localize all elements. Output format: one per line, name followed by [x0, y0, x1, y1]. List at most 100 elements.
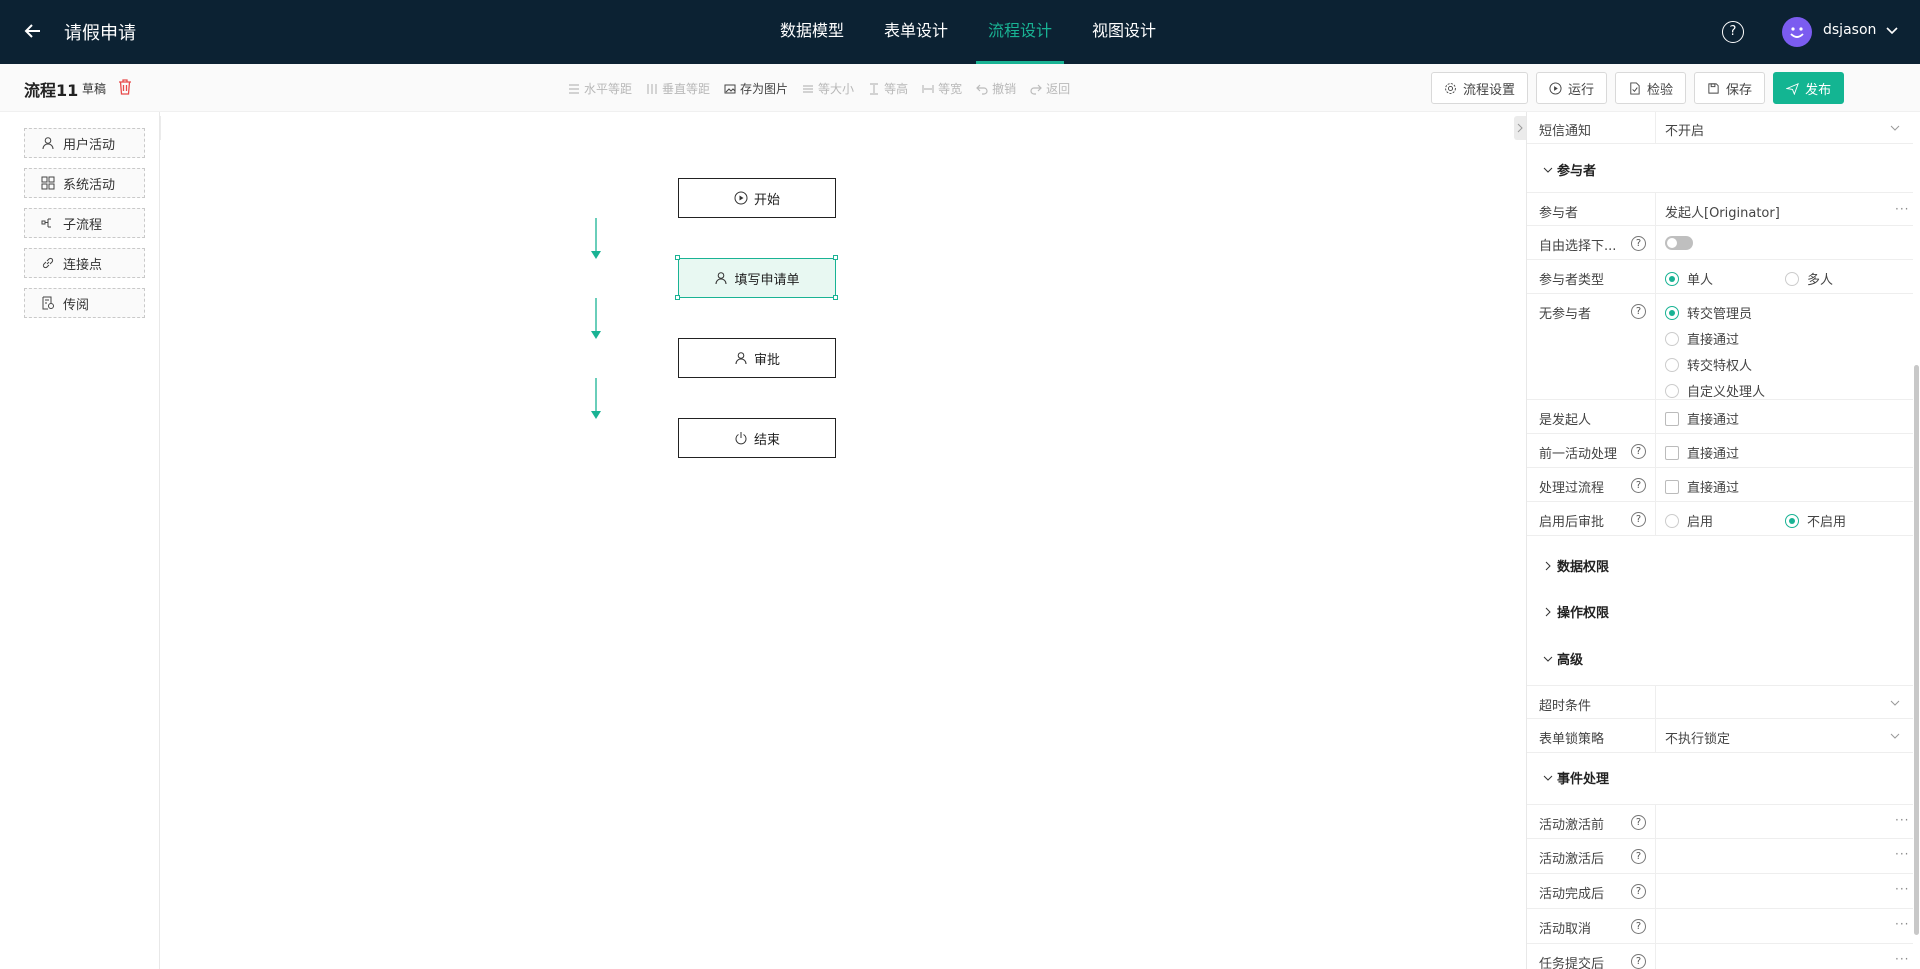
chevron-down-icon[interactable]: [1884, 22, 1900, 38]
more-icon[interactable]: ···: [1895, 847, 1909, 861]
run-button[interactable]: 运行: [1536, 72, 1608, 104]
more-icon[interactable]: ···: [1895, 952, 1909, 966]
tool-same-width[interactable]: 等宽: [922, 80, 962, 97]
flow-canvas[interactable]: 开始 填写申请单 审批 结束: [161, 112, 1526, 969]
flow-node-fill-form[interactable]: 填写申请单: [678, 258, 836, 298]
tab-view-design[interactable]: 视图设计: [1072, 0, 1176, 64]
user-icon: [42, 137, 54, 150]
palette-system-activity[interactable]: 系统活动: [24, 168, 145, 198]
divider: [1655, 805, 1656, 838]
section-event-handling[interactable]: 事件处理: [1543, 768, 1609, 787]
section-advanced[interactable]: 高级: [1543, 649, 1583, 668]
prop-label: 自由选择下...: [1539, 239, 1617, 254]
radio-dot: [1665, 305, 1679, 320]
process-settings-button[interactable]: 流程设置: [1431, 72, 1529, 104]
prop-label: 活动完成后: [1539, 887, 1605, 902]
palette-circulate[interactable]: 传阅: [24, 288, 145, 318]
prop-label: 短信通知: [1539, 124, 1592, 139]
divider: [1655, 434, 1656, 467]
radio-disable[interactable]: 不启用: [1785, 511, 1846, 530]
publish-button[interactable]: 发布: [1773, 72, 1845, 104]
prop-row-event: 活动激活后 ? ···: [1527, 839, 1913, 874]
palette-item-label: 传阅: [63, 297, 90, 313]
more-icon[interactable]: ···: [1895, 202, 1909, 216]
radio-multiple[interactable]: 多人: [1785, 269, 1833, 288]
chevron-down-icon[interactable]: [1889, 697, 1901, 709]
username[interactable]: dsjason: [1823, 22, 1876, 38]
help-icon[interactable]: ?: [1631, 478, 1646, 493]
more-icon[interactable]: ···: [1895, 882, 1909, 896]
checkbox-processed-pass[interactable]: 直接通过: [1665, 477, 1739, 496]
radio-dot: [1665, 357, 1679, 372]
help-icon[interactable]: ?: [1722, 21, 1744, 43]
radio-transfer-admin[interactable]: 转交管理员: [1665, 303, 1752, 322]
check-button[interactable]: 检验: [1615, 72, 1687, 104]
flow-node-start[interactable]: 开始: [678, 178, 836, 218]
chevron-down-icon[interactable]: [1889, 122, 1901, 134]
checkbox-prev-activity-pass[interactable]: 直接通过: [1665, 443, 1739, 462]
tool-save-image[interactable]: 存为图片: [724, 80, 788, 97]
section-operation-permissions[interactable]: 操作权限: [1543, 602, 1609, 621]
help-icon[interactable]: ?: [1631, 444, 1646, 459]
more-icon[interactable]: ···: [1895, 813, 1909, 827]
form-lock-select[interactable]: 不执行锁定: [1665, 728, 1730, 747]
radio-label: 启用: [1687, 515, 1714, 530]
tool-undo[interactable]: 撤销: [976, 80, 1016, 97]
flow-node-approve[interactable]: 审批: [678, 338, 836, 378]
tool-vertical-spacing[interactable]: 垂直等距: [646, 80, 710, 97]
resize-handle[interactable]: [675, 295, 680, 300]
tool-redo[interactable]: 返回: [1030, 80, 1070, 97]
free-select-toggle[interactable]: [1665, 236, 1693, 250]
tool-same-height[interactable]: 等高: [868, 80, 908, 97]
resize-handle[interactable]: [675, 255, 680, 260]
collapse-right-panel-button[interactable]: [1514, 116, 1526, 140]
help-icon[interactable]: ?: [1631, 919, 1646, 934]
resize-handle[interactable]: [833, 255, 838, 260]
tab-data-model[interactable]: 数据模型: [760, 0, 864, 64]
radio-pass-directly[interactable]: 直接通过: [1665, 329, 1739, 348]
tab-form-design[interactable]: 表单设计: [864, 0, 968, 64]
palette-subprocess[interactable]: 子流程: [24, 208, 145, 238]
divider: [1655, 260, 1656, 293]
section-data-permissions[interactable]: 数据权限: [1543, 556, 1609, 575]
save-button[interactable]: 保存: [1694, 72, 1766, 104]
resize-handle[interactable]: [833, 295, 838, 300]
button-label: 运行: [1568, 82, 1595, 98]
prop-row-event: 任务提交后 ? ···: [1527, 944, 1913, 969]
help-icon[interactable]: ?: [1631, 512, 1646, 527]
radio-enable[interactable]: 启用: [1665, 511, 1713, 530]
help-icon[interactable]: ?: [1631, 304, 1646, 319]
node-label: 结束: [753, 432, 780, 448]
radio-label: 多人: [1807, 273, 1834, 288]
tool-same-size[interactable]: 等大小: [802, 80, 854, 97]
checkbox-initiator-pass[interactable]: 直接通过: [1665, 409, 1739, 428]
radio-custom-handler[interactable]: 自定义处理人: [1665, 381, 1765, 400]
help-icon[interactable]: ?: [1631, 815, 1646, 830]
properties-scrollbar[interactable]: [1914, 365, 1919, 935]
section-participants[interactable]: 参与者: [1543, 160, 1596, 179]
radio-single[interactable]: 单人: [1665, 269, 1713, 288]
participant-value[interactable]: 发起人[Originator]: [1665, 202, 1780, 221]
palette-connector[interactable]: 连接点: [24, 248, 145, 278]
more-icon[interactable]: ···: [1895, 917, 1909, 931]
tool-label: 等高: [884, 82, 909, 96]
radio-transfer-privileged[interactable]: 转交特权人: [1665, 355, 1752, 374]
palette-user-activity[interactable]: 用户活动: [24, 128, 145, 158]
trash-icon[interactable]: [118, 79, 132, 95]
help-icon[interactable]: ?: [1631, 954, 1646, 969]
checkbox-box: [1665, 411, 1679, 426]
help-icon[interactable]: ?: [1631, 236, 1646, 251]
avatar[interactable]: [1782, 17, 1812, 47]
sms-select[interactable]: 不开启: [1665, 120, 1704, 139]
chevron-down-icon[interactable]: [1889, 730, 1901, 742]
flow-node-end[interactable]: 结束: [678, 418, 836, 458]
activity-palette: 用户活动 系统活动 子流程 连接点 传阅: [0, 112, 160, 969]
help-icon[interactable]: ?: [1631, 884, 1646, 899]
divider: [1655, 226, 1656, 259]
tool-label: 撤销: [992, 82, 1017, 96]
user-icon: [735, 352, 747, 365]
tool-horizontal-spacing[interactable]: 水平等距: [568, 80, 632, 97]
help-icon[interactable]: ?: [1631, 849, 1646, 864]
back-arrow-icon[interactable]: [22, 20, 44, 42]
tab-process-design[interactable]: 流程设计: [968, 0, 1072, 64]
